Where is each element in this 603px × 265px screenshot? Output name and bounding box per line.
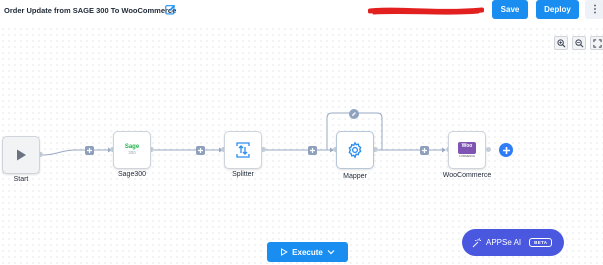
sage-logo: Sage 300 (124, 144, 140, 156)
add-step-button[interactable] (420, 146, 429, 155)
node-label-start: Start (13, 176, 29, 183)
appse-ai-button[interactable]: APPSe AI BETA (462, 229, 564, 256)
execute-button[interactable]: Execute (267, 242, 348, 262)
woocommerce-logo-sub: COMMERCE (458, 154, 476, 158)
execute-label: Execute (292, 247, 323, 257)
node-mapper[interactable] (336, 131, 374, 169)
node-woocommerce[interactable]: Woo COMMERCE (448, 131, 486, 169)
play-outline-icon (281, 248, 288, 256)
node-label-splitter: Splitter (232, 171, 254, 178)
chevron-down-icon (327, 250, 335, 255)
add-step-button[interactable] (308, 146, 317, 155)
node-start[interactable] (2, 136, 40, 174)
magic-wand-icon (472, 237, 481, 247)
add-step-button[interactable] (196, 146, 205, 155)
add-node-icon[interactable] (499, 143, 513, 157)
node-label-woocommerce: WooCommerce (442, 172, 492, 179)
node-label-mapper: Mapper (343, 173, 367, 180)
port-woo-out[interactable] (486, 147, 491, 152)
edge-start-sage (41, 149, 108, 156)
woocommerce-logo: Woo (458, 142, 476, 155)
add-step-button[interactable] (85, 146, 94, 155)
node-label-sage300: Sage300 (117, 171, 147, 178)
node-sage300[interactable]: Sage 300 (113, 131, 151, 169)
edit-connector-icon[interactable] (349, 109, 359, 119)
node-splitter[interactable] (224, 131, 262, 169)
play-icon (17, 149, 26, 161)
flow-connectors (41, 112, 446, 156)
split-arrows-icon (236, 142, 250, 158)
gear-icon (348, 141, 362, 159)
beta-badge: BETA (529, 238, 553, 247)
appse-ai-label: APPSe AI (486, 238, 522, 247)
